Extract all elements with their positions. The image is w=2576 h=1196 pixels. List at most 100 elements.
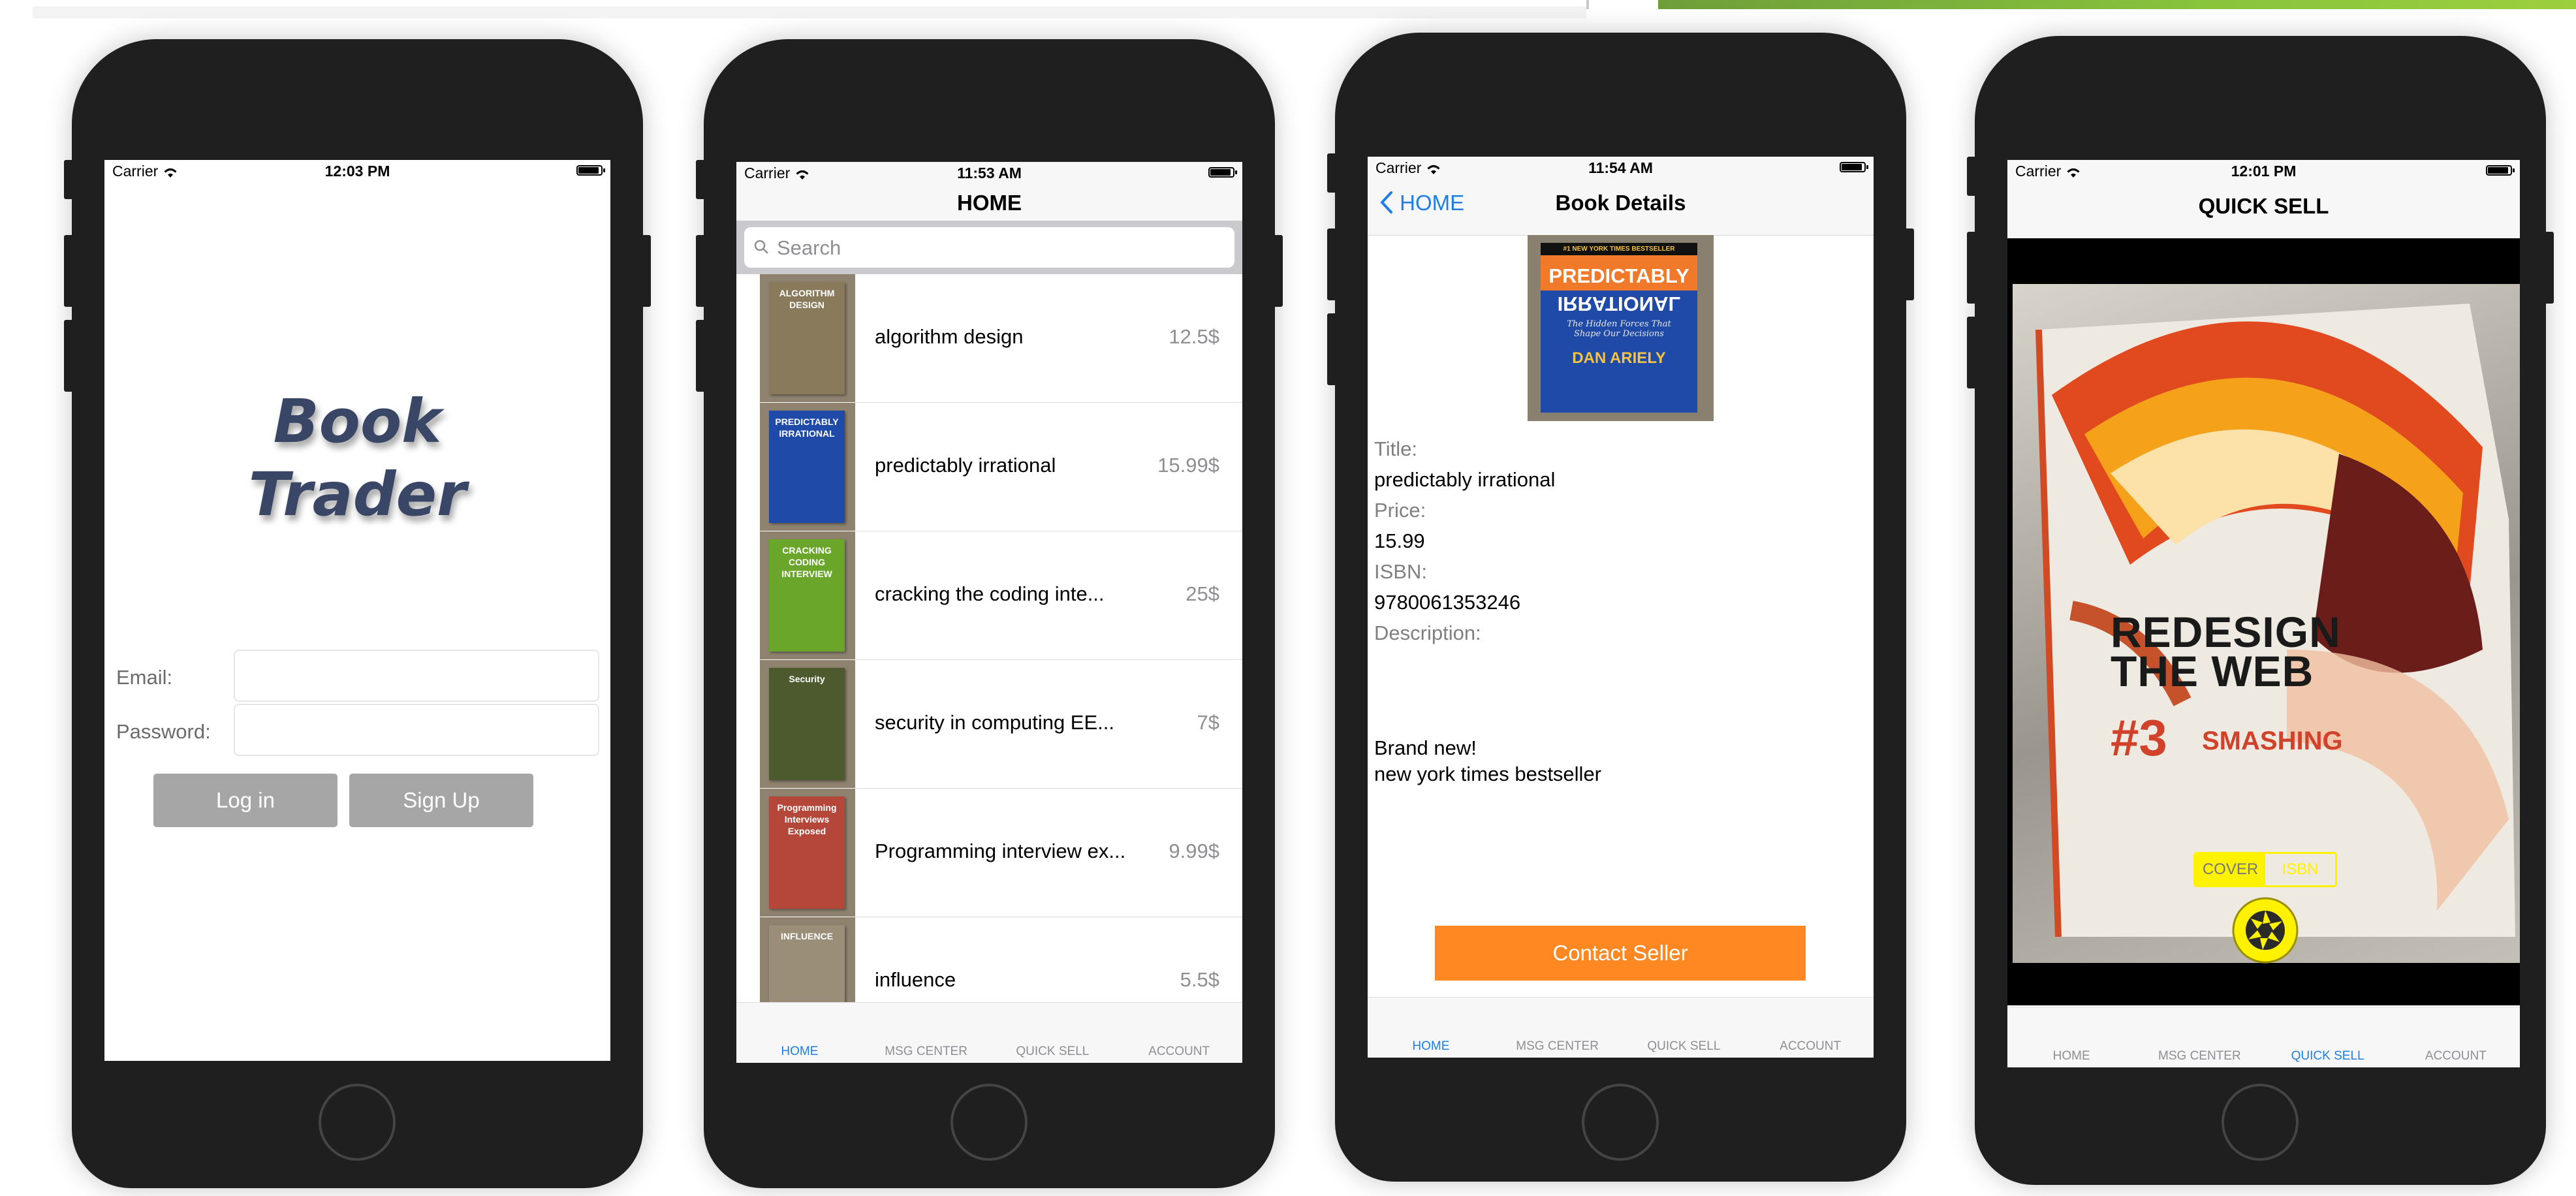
book-list-item[interactable]: ALGORITHM DESIGN algorithm design 12.5$: [736, 274, 1242, 403]
cover-top-band: #1 NEW YORK TIMES BESTSELLER: [1541, 243, 1697, 255]
search-icon: [754, 240, 768, 254]
decorative-gray-line: [1586, 0, 1589, 9]
tab-home[interactable]: HOME: [736, 1045, 863, 1059]
status-bar: Carrier 12:03 PM: [104, 160, 610, 180]
power-button: [1272, 235, 1283, 307]
tab-msg-center[interactable]: MSG CENTER: [1494, 1039, 1621, 1054]
tab-quick-sell[interactable]: QUICK SELL: [1621, 1039, 1748, 1054]
isbn-label: ISBN:: [1374, 560, 1427, 583]
book-list-item[interactable]: INFLUENCE influence 5.5$: [736, 917, 1242, 1005]
battery-icon: [576, 165, 605, 176]
battery-icon: [1840, 162, 1868, 172]
page-title: HOME: [957, 191, 1022, 215]
quick-sell-screen: Carrier 12:01 PM QUICK SELL REDESIGN THE…: [2007, 160, 2520, 1067]
tab-bar: HOME MSG CENTER QUICK SELL ACCOUNT: [2007, 1007, 2520, 1067]
phone-login: Carrier 12:03 PM Book Trader Email: Pass…: [64, 39, 651, 1188]
hardware-home-button[interactable]: [319, 1084, 396, 1161]
book-title: cracking the coding inte...: [875, 582, 1105, 605]
battery-icon: [1208, 167, 1237, 178]
side-button: [64, 160, 74, 199]
home-screen: Carrier 11:53 AM HOME Search ALGORITHM D…: [736, 162, 1242, 1063]
volume-up-button: [696, 235, 706, 307]
navigation-bar: HOME: [736, 181, 1242, 221]
login-screen: Carrier 12:03 PM Book Trader Email: Pass…: [104, 160, 610, 1061]
mode-cover-button[interactable]: COVER: [2195, 854, 2265, 885]
tab-quick-sell[interactable]: QUICK SELL: [2264, 1049, 2392, 1063]
cover-orange-band: PREDICTABLY: [1541, 255, 1697, 291]
book-thumbnail: PREDICTABLY IRRATIONAL: [760, 403, 855, 531]
power-button: [2543, 232, 2554, 304]
shutter-icon[interactable]: [2231, 896, 2299, 964]
page-title: Book Details: [1555, 191, 1686, 215]
side-button: [1327, 153, 1338, 193]
book-title: algorithm design: [875, 325, 1024, 348]
contact-seller-button[interactable]: Contact Seller: [1435, 926, 1806, 981]
volume-up-button: [64, 235, 74, 307]
book-price: 15.99$: [1157, 454, 1219, 477]
phone-book-details: Carrier 11:54 AM HOME Book Details #1 NE…: [1327, 33, 1914, 1182]
description-line-1: Brand new!: [1374, 736, 1477, 759]
book-title: Programming interview ex...: [875, 840, 1126, 862]
isbn-value: 9780061353246: [1374, 591, 1521, 614]
cover-title-2: IRRATIONAL: [1557, 292, 1681, 315]
tab-bar: HOME MSG CENTER QUICK SELL ACCOUNT: [736, 1002, 1242, 1063]
email-label: Email:: [116, 666, 173, 689]
hardware-home-button[interactable]: [1582, 1084, 1659, 1161]
book-title: influence: [875, 968, 956, 991]
book-thumbnail-cover: Programming Interviews Exposed: [769, 796, 845, 909]
book-thumbnail-cover: ALGORITHM DESIGN: [769, 282, 845, 394]
book-price: 7$: [1197, 711, 1219, 734]
backdrop-line: [33, 7, 1586, 18]
book-price: 9.99$: [1169, 840, 1219, 862]
power-button: [640, 235, 651, 307]
book-list-item[interactable]: Security security in computing EE... 7$: [736, 660, 1242, 789]
page-title: QUICK SELL: [2198, 194, 2329, 218]
signup-button[interactable]: Sign Up: [349, 774, 533, 827]
book-title: predictably irrational: [875, 454, 1056, 477]
hardware-home-button[interactable]: [2222, 1084, 2299, 1161]
status-time: 11:54 AM: [1588, 159, 1653, 176]
email-field[interactable]: [234, 650, 599, 702]
book-thumbnail: INFLUENCE: [760, 917, 855, 1005]
book-thumbnail-cover: CRACKING CODING INTERVIEW: [769, 539, 845, 652]
volume-up-button: [1967, 232, 1977, 304]
camera-viewfinder[interactable]: REDESIGN THE WEB #3 SMASHING COVER ISBN: [2007, 238, 2520, 1005]
book-title-line-2: THE WEB: [2111, 647, 2314, 695]
tab-account[interactable]: ACCOUNT: [1116, 1045, 1242, 1059]
cover-author: DAN ARIELY: [1572, 349, 1666, 367]
book-price: 25$: [1186, 582, 1219, 605]
book-thumbnail: Security: [760, 660, 855, 788]
book-list-item[interactable]: CRACKING CODING INTERVIEW cracking the co…: [736, 531, 1242, 660]
volume-down-button: [1967, 317, 1977, 388]
book-thumbnail: CRACKING CODING INTERVIEW: [760, 531, 855, 659]
search-input[interactable]: Search: [744, 227, 1234, 268]
tab-home[interactable]: HOME: [2007, 1049, 2135, 1063]
book-cover: #1 NEW YORK TIMES BESTSELLER PREDICTABLY…: [1541, 243, 1697, 413]
phone-quick-sell: Carrier 12:01 PM QUICK SELL REDESIGN THE…: [1967, 36, 2554, 1185]
mode-isbn-button[interactable]: ISBN: [2265, 854, 2335, 885]
tab-home[interactable]: HOME: [1368, 1039, 1494, 1054]
book-list-item[interactable]: Programming Interviews Exposed Programmin…: [736, 789, 1242, 917]
navigation-bar: QUICK SELL: [2007, 180, 2520, 239]
price-label: Price:: [1374, 499, 1426, 522]
login-button[interactable]: Log in: [153, 774, 338, 827]
cover-title-1: PREDICTABLY: [1548, 264, 1689, 287]
password-field[interactable]: [234, 704, 599, 756]
book-list-item[interactable]: PREDICTABLY IRRATIONAL predictably irrati…: [736, 403, 1242, 531]
password-label: Password:: [116, 720, 211, 743]
book-brand: SMASHING: [2202, 727, 2343, 755]
hardware-home-button[interactable]: [950, 1084, 1028, 1161]
status-time: 11:53 AM: [957, 165, 1022, 181]
book-title: security in computing EE...: [875, 711, 1114, 734]
book-thumbnail-cover: Security: [769, 668, 845, 780]
tab-msg-center[interactable]: MSG CENTER: [863, 1045, 990, 1059]
tab-msg-center[interactable]: MSG CENTER: [2135, 1049, 2263, 1063]
book-price: 5.5$: [1180, 968, 1219, 991]
description-line-2: new york times bestseller: [1374, 763, 1602, 785]
search-bar: Search: [736, 221, 1242, 274]
tab-account[interactable]: ACCOUNT: [1747, 1039, 1874, 1054]
search-placeholder: Search: [777, 236, 841, 259]
tab-account[interactable]: ACCOUNT: [2392, 1049, 2520, 1063]
power-button: [1904, 228, 1914, 300]
tab-quick-sell[interactable]: QUICK SELL: [990, 1045, 1116, 1059]
